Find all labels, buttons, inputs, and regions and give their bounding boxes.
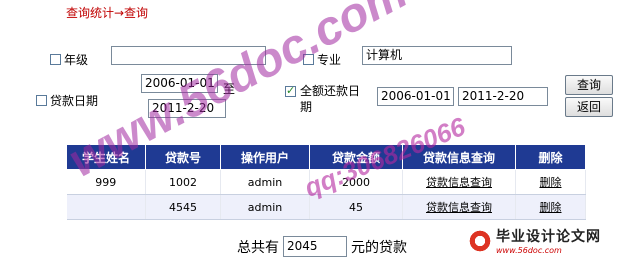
loan-date-filter: 贷款日期 <box>36 92 98 109</box>
site-logo: 毕业设计论文网 www.56doc.com <box>468 226 601 255</box>
cell-operator: admin <box>220 169 310 195</box>
delete-link[interactable]: 删除 <box>540 201 562 214</box>
cell-loan-info: 贷款信息查询 <box>402 194 516 220</box>
grade-input[interactable] <box>111 46 266 65</box>
col-loan-info: 贷款信息查询 <box>402 144 516 170</box>
col-loan-no: 贷款号 <box>145 144 221 170</box>
back-button[interactable]: 返回 <box>565 97 613 117</box>
logo-emblem-icon <box>468 228 492 253</box>
loan-date-to-label: 至 <box>223 82 236 96</box>
total-amount-field[interactable]: 2045 <box>283 236 347 257</box>
loan-info-link[interactable]: 贷款信息查询 <box>426 201 492 214</box>
table-header-row: 学生姓名 贷款号 操作用户 贷款金额 贷款信息查询 删除 <box>66 144 586 170</box>
repay-date-label: 全额还款日期 <box>300 84 361 114</box>
total-prefix: 总共有 <box>237 239 279 256</box>
logo-url: www.56doc.com <box>496 246 562 255</box>
loan-date-to-input[interactable]: 2011-2-20 <box>148 99 226 118</box>
cell-student-name: 999 <box>66 169 146 195</box>
cell-operator: admin <box>220 194 310 220</box>
results-table: 学生姓名 贷款号 操作用户 贷款金额 贷款信息查询 删除 999 1002 ad… <box>66 144 586 220</box>
total-summary: 总共有 2045 元的贷款 <box>237 236 407 257</box>
query-button[interactable]: 查询 <box>565 75 613 95</box>
loan-info-link[interactable]: 贷款信息查询 <box>426 176 492 189</box>
breadcrumb: 查询统计→查询 <box>66 6 149 20</box>
loan-date-label: 贷款日期 <box>50 94 99 108</box>
cell-amount: 2000 <box>309 169 403 195</box>
grade-checkbox[interactable] <box>50 54 61 65</box>
grade-filter: 年级 <box>50 51 88 68</box>
repay-date-checkbox[interactable] <box>285 84 296 97</box>
major-checkbox[interactable] <box>303 54 314 65</box>
total-suffix: 元的贷款 <box>351 239 407 256</box>
major-filter: 专业 <box>303 51 341 68</box>
table-row: 4545 admin 45 贷款信息查询 删除 <box>66 194 586 220</box>
table-row: 999 1002 admin 2000 贷款信息查询 删除 <box>66 169 586 195</box>
loan-date-checkbox[interactable] <box>36 95 47 106</box>
col-operator: 操作用户 <box>220 144 310 170</box>
repay-date-from-input[interactable]: 2006-01-01 <box>377 87 454 106</box>
col-amount: 贷款金额 <box>309 144 403 170</box>
cell-loan-info: 贷款信息查询 <box>402 169 516 195</box>
cell-amount: 45 <box>309 194 403 220</box>
col-delete: 删除 <box>515 144 586 170</box>
cell-delete: 删除 <box>515 194 586 220</box>
cell-loan-no: 4545 <box>145 194 221 220</box>
cell-student-name <box>66 194 146 220</box>
delete-link[interactable]: 删除 <box>540 176 562 189</box>
cell-loan-no: 1002 <box>145 169 221 195</box>
loan-date-from-input[interactable]: 2006-01-01 <box>141 74 218 93</box>
major-input[interactable]: 计算机 <box>362 46 512 65</box>
repay-date-to-input[interactable]: 2011-2-20 <box>458 87 548 106</box>
col-student-name: 学生姓名 <box>66 144 146 170</box>
cell-delete: 删除 <box>515 169 586 195</box>
logo-title: 毕业设计论文网 <box>496 229 601 245</box>
major-label: 专业 <box>317 53 342 67</box>
grade-label: 年级 <box>64 53 89 67</box>
repay-date-filter <box>285 84 296 97</box>
